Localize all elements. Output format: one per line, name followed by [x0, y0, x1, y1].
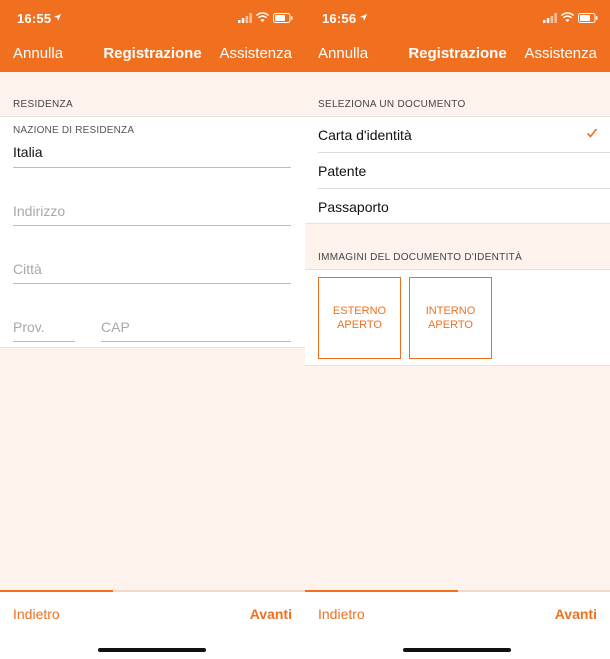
- document-list: Carta d'identità Patente Passaporto: [305, 116, 610, 224]
- zip-placeholder: CAP: [101, 319, 130, 335]
- help-button[interactable]: Assistenza: [219, 45, 292, 62]
- address-underline: [13, 225, 291, 226]
- wifi-icon: [256, 12, 269, 23]
- section-header-images: IMMAGINI DEL DOCUMENTO D'IDENTITÀ: [318, 252, 523, 263]
- zip-field[interactable]: CAP: [88, 311, 305, 343]
- top-bar: 16:55 Annulla Registrazione Assistenza: [0, 0, 305, 72]
- status-time: 16:56: [322, 11, 357, 26]
- document-option-passport[interactable]: Passaporto: [305, 189, 610, 225]
- province-field[interactable]: Prov.: [0, 311, 80, 343]
- back-button[interactable]: Indietro: [13, 606, 60, 622]
- document-option-license[interactable]: Patente: [305, 153, 610, 189]
- top-bar: 16:56 Annulla Registrazione Assistenza: [305, 0, 610, 72]
- bottom-bar: Indietro Avanti: [305, 590, 610, 659]
- city-underline: [13, 283, 291, 284]
- cellular-signal-icon: [238, 13, 252, 23]
- document-option-label: Passaporto: [318, 199, 389, 215]
- cellular-signal-icon: [543, 13, 557, 23]
- section-header-residence: RESIDENZA: [13, 99, 73, 110]
- city-field[interactable]: Città: [0, 253, 305, 285]
- country-underline: [13, 167, 291, 168]
- outside-line1: ESTERNO: [332, 305, 387, 317]
- residence-form: NAZIONE DI RESIDENZA Italia Indirizzo Ci…: [0, 116, 305, 348]
- address-field[interactable]: Indirizzo: [0, 195, 305, 227]
- checkmark-icon: [586, 128, 598, 138]
- country-value: Italia: [13, 144, 43, 160]
- country-field[interactable]: NAZIONE DI RESIDENZA Italia: [0, 117, 305, 169]
- bottom-bar: Indietro Avanti: [0, 590, 305, 659]
- residence-content: RESIDENZA NAZIONE DI RESIDENZA Italia In…: [0, 72, 305, 590]
- residence-screen: 16:55 Annulla Registrazione Assistenza R…: [0, 0, 305, 659]
- next-button[interactable]: Avanti: [250, 606, 292, 622]
- inside-line2: APERTO: [428, 319, 473, 331]
- city-placeholder: Città: [13, 261, 42, 277]
- progress-track: [0, 590, 305, 592]
- next-button[interactable]: Avanti: [555, 606, 597, 622]
- image-buttons-block: ESTERNO APERTO INTERNO APERTO: [305, 269, 610, 366]
- status-time: 16:55: [17, 11, 52, 26]
- progress-track: [305, 590, 610, 592]
- progress-fill: [0, 590, 113, 592]
- outside-photo-button[interactable]: ESTERNO APERTO: [318, 277, 401, 359]
- document-option-label: Patente: [318, 163, 367, 179]
- province-placeholder: Prov.: [13, 319, 45, 335]
- inside-photo-button[interactable]: INTERNO APERTO: [409, 277, 492, 359]
- help-button[interactable]: Assistenza: [524, 45, 597, 62]
- province-underline: [13, 341, 75, 342]
- zip-underline: [101, 341, 291, 342]
- section-header-document: SELEZIONA UN DOCUMENTO: [318, 99, 466, 110]
- address-placeholder: Indirizzo: [13, 203, 66, 219]
- back-button[interactable]: Indietro: [318, 606, 365, 622]
- progress-fill: [305, 590, 458, 592]
- battery-icon: [273, 13, 293, 23]
- outside-line2: APERTO: [337, 319, 382, 331]
- location-arrow-icon: [359, 13, 368, 22]
- wifi-icon: [561, 12, 574, 23]
- home-indicator: [403, 648, 511, 652]
- location-arrow-icon: [53, 13, 62, 22]
- document-content: SELEZIONA UN DOCUMENTO Carta d'identità …: [305, 72, 610, 590]
- inside-line1: INTERNO: [425, 305, 476, 317]
- home-indicator: [98, 648, 206, 652]
- country-label: NAZIONE DI RESIDENZA: [13, 125, 135, 136]
- battery-icon: [578, 13, 598, 23]
- document-screen: 16:56 Annulla Registrazione Assistenza S…: [305, 0, 610, 659]
- document-option-label: Carta d'identità: [318, 127, 412, 143]
- document-option-id-card[interactable]: Carta d'identità: [305, 117, 610, 153]
